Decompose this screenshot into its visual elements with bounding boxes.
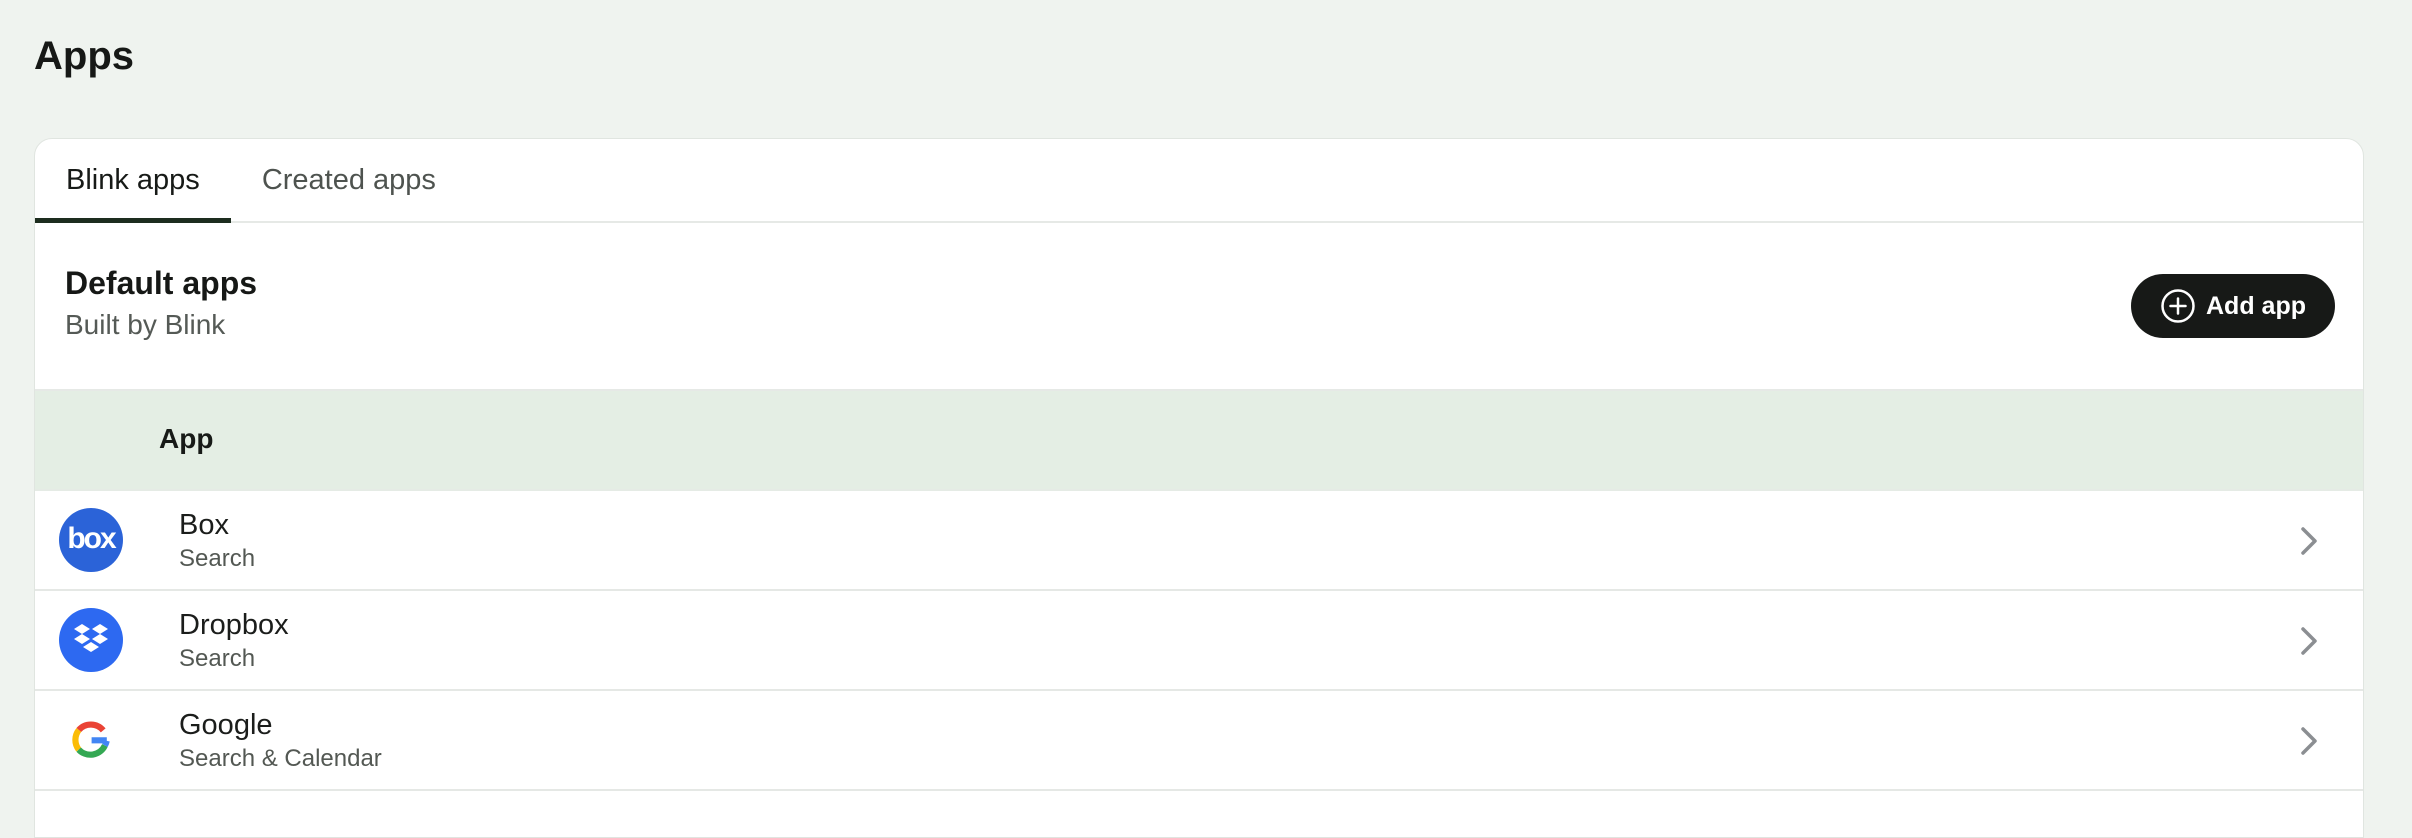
app-name: Dropbox (179, 609, 289, 641)
chevron-right-icon (2297, 524, 2321, 558)
section-title: Default apps (65, 265, 258, 301)
app-description: Search & Calendar (179, 745, 382, 772)
tab-blink-apps[interactable]: Blink apps (35, 139, 231, 223)
apps-table: App box Box Search Dropbox Search Google… (35, 391, 2363, 791)
default-apps-header: Default apps Built by Blink Add app (35, 223, 2363, 391)
plus-circle-icon (2160, 288, 2196, 324)
table-header: App (35, 391, 2363, 491)
google-logo-icon (59, 708, 123, 772)
app-name: Google (179, 709, 273, 741)
app-name: Box (179, 509, 229, 541)
chevron-right-icon (2297, 724, 2321, 758)
chevron-right-icon (2297, 624, 2321, 658)
page-title: Apps (34, 34, 134, 78)
box-logo-text: box (67, 522, 116, 555)
app-row-box[interactable]: box Box Search (35, 491, 2363, 591)
add-app-button[interactable]: Add app (2131, 274, 2335, 338)
app-column-header: App (159, 423, 214, 454)
app-description: Search (179, 545, 256, 572)
app-description: Search (179, 645, 256, 672)
add-app-label: Add app (2206, 291, 2306, 320)
dropbox-logo-icon (59, 608, 123, 672)
app-row-google[interactable]: Google Search & Calendar (35, 691, 2363, 791)
app-row-dropbox[interactable]: Dropbox Search (35, 591, 2363, 691)
section-subtitle: Built by Blink (65, 309, 226, 340)
box-logo-icon: box (59, 508, 123, 572)
apps-card: Blink apps Created apps Default apps Bui… (34, 138, 2364, 838)
apps-tabs: Blink apps Created apps (35, 139, 2363, 223)
tab-created-apps[interactable]: Created apps (231, 139, 467, 221)
